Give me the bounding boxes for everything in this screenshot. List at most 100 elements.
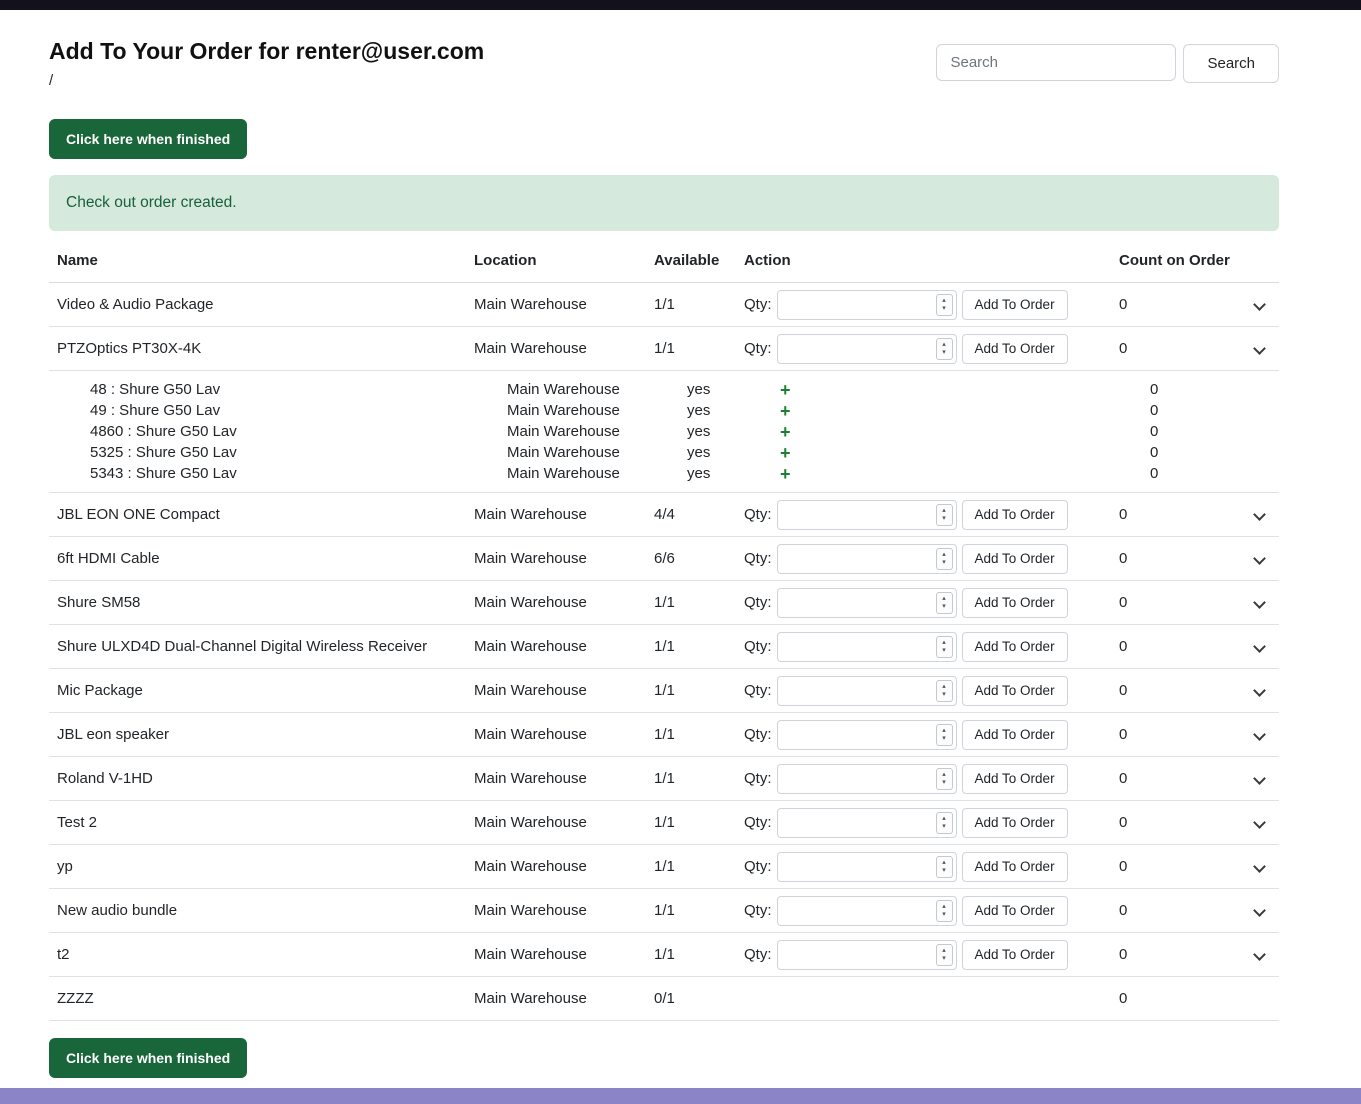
spinner-down-icon[interactable]: ▾ xyxy=(942,305,946,313)
quantity-input[interactable] xyxy=(777,720,956,749)
chevron-down-icon[interactable] xyxy=(1252,298,1266,311)
spinner-down-icon[interactable]: ▾ xyxy=(942,955,946,963)
spinner-up-icon[interactable]: ▴ xyxy=(942,771,946,779)
item-available: 1/1 xyxy=(654,770,675,787)
add-serial-plus-icon[interactable]: + xyxy=(780,465,791,483)
spinner-buttons[interactable]: ▴ ▾ xyxy=(935,943,953,966)
add-to-order-button[interactable]: Add To Order xyxy=(961,333,1068,364)
chevron-down-icon[interactable] xyxy=(1252,342,1266,355)
quantity-input[interactable] xyxy=(777,334,956,363)
spinner-buttons[interactable]: ▴ ▾ xyxy=(935,293,953,316)
add-to-order-button[interactable]: Add To Order xyxy=(961,543,1068,574)
add-serial-plus-icon[interactable]: + xyxy=(780,402,791,420)
spinner-down-icon[interactable]: ▾ xyxy=(942,559,946,567)
spinner-up-icon[interactable]: ▴ xyxy=(942,727,946,735)
add-to-order-button[interactable]: Add To Order xyxy=(961,895,1068,926)
spinner-up-icon[interactable]: ▴ xyxy=(942,639,946,647)
spinner-buttons[interactable]: ▴ ▾ xyxy=(935,855,953,878)
finish-button-top[interactable]: Click here when finished xyxy=(49,119,248,159)
quantity-input[interactable] xyxy=(777,852,956,881)
chevron-down-icon[interactable] xyxy=(1252,948,1266,961)
spinner-up-icon[interactable]: ▴ xyxy=(942,903,946,911)
item-count: 0 xyxy=(1119,296,1128,313)
spinner-up-icon[interactable]: ▴ xyxy=(942,815,946,823)
spinner-buttons[interactable]: ▴ ▾ xyxy=(935,679,953,702)
spinner-down-icon[interactable]: ▾ xyxy=(942,349,946,357)
spinner-up-icon[interactable]: ▴ xyxy=(942,947,946,955)
spinner-buttons[interactable]: ▴ ▾ xyxy=(935,767,953,790)
chevron-down-icon[interactable] xyxy=(1252,772,1266,785)
chevron-down-icon[interactable] xyxy=(1252,860,1266,873)
spinner-buttons[interactable]: ▴ ▾ xyxy=(935,547,953,570)
quantity-input[interactable] xyxy=(777,808,956,837)
chevron-down-icon[interactable] xyxy=(1252,552,1266,565)
spinner-buttons[interactable]: ▴ ▾ xyxy=(935,811,953,834)
chevron-down-icon[interactable] xyxy=(1252,728,1266,741)
add-serial-plus-icon[interactable]: + xyxy=(780,381,791,399)
chevron-down-icon[interactable] xyxy=(1252,904,1266,917)
add-to-order-button[interactable]: Add To Order xyxy=(961,939,1068,970)
serial-available: yes xyxy=(687,381,711,398)
chevron-down-icon[interactable] xyxy=(1252,684,1266,697)
spinner-buttons[interactable]: ▴ ▾ xyxy=(935,723,953,746)
quantity-stepper: ▴ ▾ xyxy=(776,895,957,926)
chevron-down-icon[interactable] xyxy=(1252,816,1266,829)
chevron-down-icon[interactable] xyxy=(1252,508,1266,521)
add-to-order-button[interactable]: Add To Order xyxy=(961,675,1068,706)
quantity-stepper: ▴ ▾ xyxy=(776,807,957,838)
search-button[interactable]: Search xyxy=(1183,44,1279,83)
spinner-down-icon[interactable]: ▾ xyxy=(942,867,946,875)
quantity-input[interactable] xyxy=(777,290,956,319)
spinner-down-icon[interactable]: ▾ xyxy=(942,779,946,787)
add-to-order-button[interactable]: Add To Order xyxy=(961,289,1068,320)
add-to-order-button[interactable]: Add To Order xyxy=(961,587,1068,618)
spinner-up-icon[interactable]: ▴ xyxy=(942,507,946,515)
chevron-down-icon[interactable] xyxy=(1252,596,1266,609)
item-name: Shure ULXD4D Dual-Channel Digital Wirele… xyxy=(57,638,428,655)
quantity-input[interactable] xyxy=(777,676,956,705)
spinner-down-icon[interactable]: ▾ xyxy=(942,515,946,523)
spinner-buttons[interactable]: ▴ ▾ xyxy=(935,591,953,614)
spinner-up-icon[interactable]: ▴ xyxy=(942,341,946,349)
chevron-down-icon[interactable] xyxy=(1252,640,1266,653)
spinner-buttons[interactable]: ▴ ▾ xyxy=(935,635,953,658)
add-serial-plus-icon[interactable]: + xyxy=(780,423,791,441)
add-to-order-button[interactable]: Add To Order xyxy=(961,499,1068,530)
quantity-input[interactable] xyxy=(777,544,956,573)
quantity-input[interactable] xyxy=(777,500,956,529)
add-to-order-button[interactable]: Add To Order xyxy=(961,807,1068,838)
add-to-order-button[interactable]: Add To Order xyxy=(961,763,1068,794)
spinner-down-icon[interactable]: ▾ xyxy=(942,911,946,919)
spinner-buttons[interactable]: ▴ ▾ xyxy=(935,337,953,360)
quantity-input[interactable] xyxy=(777,896,956,925)
quantity-input[interactable] xyxy=(777,764,956,793)
spinner-up-icon[interactable]: ▴ xyxy=(942,859,946,867)
spinner-buttons[interactable]: ▴ ▾ xyxy=(935,503,953,526)
spinner-up-icon[interactable]: ▴ xyxy=(942,297,946,305)
add-to-order-button[interactable]: Add To Order xyxy=(961,719,1068,750)
spinner-down-icon[interactable]: ▾ xyxy=(942,735,946,743)
chevron-cell xyxy=(1239,638,1279,655)
add-serial-plus-icon[interactable]: + xyxy=(780,444,791,462)
search-input[interactable] xyxy=(936,44,1177,81)
spinner-up-icon[interactable]: ▴ xyxy=(942,551,946,559)
add-to-order-button[interactable]: Add To Order xyxy=(961,851,1068,882)
quantity-input[interactable] xyxy=(777,588,956,617)
serial-count: 0 xyxy=(1150,444,1159,461)
spinner-down-icon[interactable]: ▾ xyxy=(942,647,946,655)
spinner-down-icon[interactable]: ▾ xyxy=(942,691,946,699)
spinner-down-icon[interactable]: ▾ xyxy=(942,823,946,831)
spinner-down-icon[interactable]: ▾ xyxy=(942,603,946,611)
add-to-order-button[interactable]: Add To Order xyxy=(961,631,1068,662)
finish-button-bottom[interactable]: Click here when finished xyxy=(49,1038,248,1078)
spinner-up-icon[interactable]: ▴ xyxy=(942,683,946,691)
item-available: 1/1 xyxy=(654,594,675,611)
quantity-input[interactable] xyxy=(777,632,956,661)
quantity-input[interactable] xyxy=(777,940,956,969)
spinner-buttons[interactable]: ▴ ▾ xyxy=(935,899,953,922)
serial-available: yes xyxy=(687,465,711,482)
table-row: t2 Main Warehouse 1/1 Qty: ▴ ▾ Add To Order 0 xyxy=(49,933,1279,977)
qty-label: Qty: xyxy=(744,682,772,699)
quantity-stepper: ▴ ▾ xyxy=(776,543,957,574)
spinner-up-icon[interactable]: ▴ xyxy=(942,595,946,603)
